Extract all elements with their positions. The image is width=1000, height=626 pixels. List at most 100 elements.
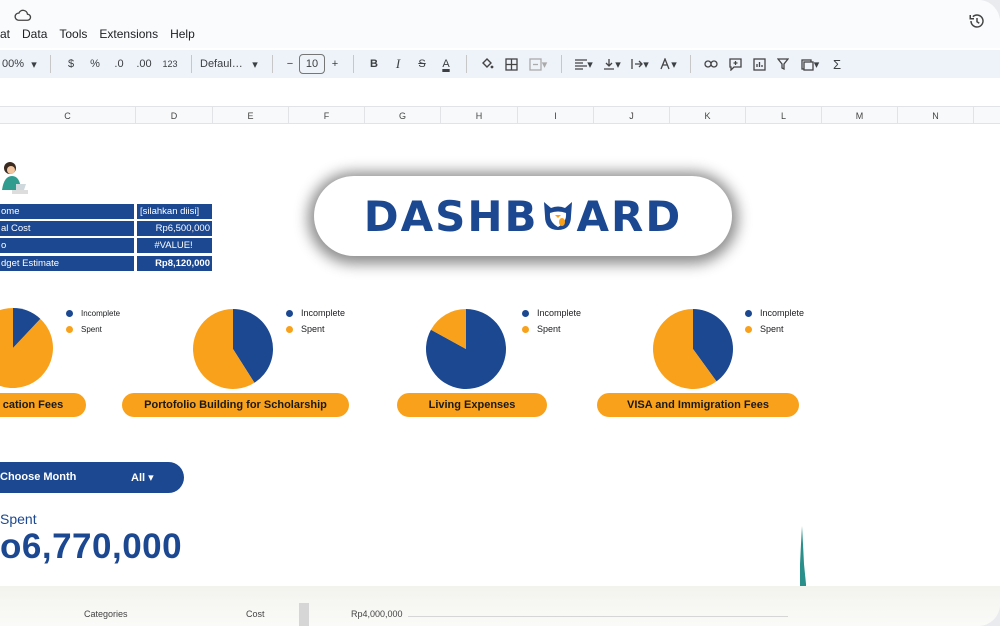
column-g[interactable]: G (365, 107, 441, 124)
choose-month-value: All ▾ (131, 472, 154, 484)
toolbar-divider (561, 55, 562, 73)
vertical-align-icon[interactable]: ▾ (598, 53, 626, 75)
more-formats-button[interactable]: 123 (157, 53, 183, 75)
insert-link-icon[interactable] (699, 53, 723, 75)
legend-label: Incomplete (301, 308, 346, 318)
top-bar: at Data Tools Extensions Help (0, 0, 1000, 48)
menu-bar: at Data Tools Extensions Help (0, 27, 207, 41)
pie-legend: Incomplete Spent (66, 305, 120, 337)
choose-month-label: Choose Month (0, 471, 77, 483)
spent-value: o6,770,000 (0, 527, 183, 566)
legend-dot-incomplete (522, 309, 529, 317)
info-value-total-cost[interactable]: Rp6,500,000 (137, 221, 212, 236)
scrollbar[interactable] (299, 603, 309, 626)
info-label-gap[interactable]: o (0, 238, 134, 253)
pie-chart-living-expenses[interactable] (425, 308, 507, 390)
choose-month-dropdown[interactable]: Choose Month All ▾ (0, 462, 184, 493)
info-value-income[interactable]: [silahkan diisi] (137, 204, 212, 219)
currency-format-button[interactable]: $ (59, 53, 83, 75)
info-value-gap[interactable]: #VALUE! (137, 238, 212, 253)
column-i[interactable]: I (518, 107, 594, 124)
legend-label: Incomplete (760, 308, 805, 318)
spent-label: Spent (0, 511, 37, 527)
menu-data[interactable]: Data (22, 27, 47, 41)
cloud-saved-icon[interactable] (14, 8, 32, 22)
owl-logo-icon (543, 202, 572, 230)
increase-font-size-button[interactable]: + (325, 53, 345, 75)
filter-icon[interactable] (771, 53, 795, 75)
legend-label: Incomplete (537, 308, 582, 318)
category-pill-application-fees[interactable]: cation Fees (0, 393, 86, 417)
column-k[interactable]: K (670, 107, 746, 124)
legend-item-incomplete: Incomplete (522, 305, 581, 321)
menu-format[interactable]: at (0, 27, 10, 41)
legend-label: Spent (537, 324, 561, 334)
category-pill-visa-immigration[interactable]: VISA and Immigration Fees (597, 393, 799, 417)
category-pill-portfolio-building[interactable]: Portofolio Building for Scholarship (122, 393, 349, 417)
column-d[interactable]: D (136, 107, 213, 124)
toolbar-divider (50, 55, 51, 73)
legend-dot-incomplete (66, 309, 73, 317)
legend-dot-spent (745, 325, 752, 333)
font-size-input[interactable]: 10 (299, 54, 325, 74)
text-wrapping-icon[interactable]: ▾ (626, 53, 654, 75)
version-history-icon[interactable] (968, 12, 986, 30)
text-rotation-icon[interactable]: ▾ (654, 53, 682, 75)
pie-chart-portfolio-building[interactable] (192, 308, 274, 390)
column-j[interactable]: J (594, 107, 670, 124)
text-color-button[interactable]: A (434, 53, 458, 75)
chevron-down-icon[interactable]: ▾ (26, 53, 42, 75)
percent-format-button[interactable]: % (83, 53, 107, 75)
borders-icon[interactable] (499, 53, 523, 75)
legend-item-spent: Spent (66, 321, 120, 337)
column-c[interactable]: C (0, 107, 136, 124)
column-l[interactable]: L (746, 107, 822, 124)
dashboard-title-part-1: DASHB (363, 191, 539, 241)
fill-color-icon[interactable] (475, 53, 499, 75)
bar-chart-gridline (408, 616, 788, 617)
filter-views-icon[interactable]: ▾ (795, 53, 825, 75)
legend-label: Spent (760, 324, 784, 334)
decrease-decimal-button[interactable]: .0 (107, 53, 131, 75)
horizontal-align-icon[interactable]: ▾ (570, 53, 598, 75)
zoom-select[interactable]: 00% (0, 53, 26, 75)
insert-chart-icon[interactable] (747, 53, 771, 75)
merge-cells-icon[interactable]: ▾ (523, 53, 553, 75)
menu-help[interactable]: Help (170, 27, 195, 41)
spreadsheet-window: at Data Tools Extensions Help 00% ▾ $ % … (0, 0, 1000, 626)
italic-button[interactable]: I (386, 53, 410, 75)
column-h[interactable]: H (441, 107, 518, 124)
column-m[interactable]: M (822, 107, 898, 124)
legend-label: Spent (301, 324, 325, 334)
legend-item-incomplete: Incomplete (286, 305, 345, 321)
menu-tools[interactable]: Tools (59, 27, 87, 41)
column-f[interactable]: F (289, 107, 365, 124)
bold-button[interactable]: B (362, 53, 386, 75)
info-label-budget-estimate[interactable]: dget Estimate (0, 256, 134, 271)
font-family-select[interactable]: Defaul… (200, 53, 246, 75)
categories-header: Categories (84, 609, 128, 619)
cost-header: Cost (246, 609, 265, 619)
toolbar-divider (690, 55, 691, 73)
strikethrough-button[interactable]: S (410, 53, 434, 75)
functions-button[interactable]: Σ (825, 53, 849, 75)
decrease-font-size-button[interactable]: − (281, 53, 299, 75)
legend-dot-incomplete (745, 309, 752, 317)
menu-extensions[interactable]: Extensions (99, 27, 158, 41)
summary-table-strip: Categories Cost Rp4,000,000 (0, 586, 1000, 626)
column-n[interactable]: N (898, 107, 974, 124)
legend-dot-incomplete (286, 309, 293, 317)
info-value-budget-estimate[interactable]: Rp8,120,000 (137, 256, 212, 271)
info-label-income[interactable]: ome (0, 204, 134, 219)
pie-legend: Incomplete Spent (522, 305, 581, 337)
column-e[interactable]: E (213, 107, 289, 124)
pie-legend: Incomplete Spent (745, 305, 804, 337)
category-pill-living-expenses[interactable]: Living Expenses (397, 393, 547, 417)
chevron-down-icon[interactable]: ▾ (246, 53, 264, 75)
pie-chart-application-fees[interactable] (0, 307, 54, 389)
info-label-total-cost[interactable]: al Cost (0, 221, 134, 236)
increase-decimal-button[interactable]: .00 (131, 53, 157, 75)
legend-item-spent: Spent (522, 321, 581, 337)
pie-chart-visa-immigration[interactable] (652, 308, 734, 390)
insert-comment-icon[interactable] (723, 53, 747, 75)
